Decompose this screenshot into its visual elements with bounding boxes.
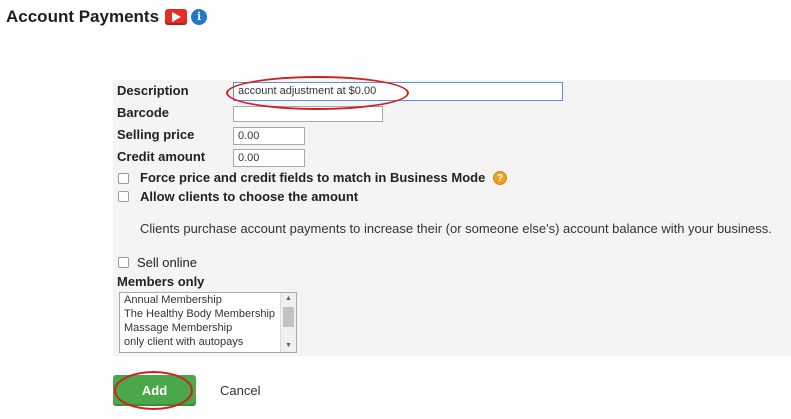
description-label: Description xyxy=(117,83,189,98)
page-title: Account Payments xyxy=(6,7,160,26)
memberships-listbox[interactable]: Annual Membership The Healthy Body Membe… xyxy=(119,292,297,353)
credit-amount-label: Credit amount xyxy=(117,149,206,164)
barcode-input[interactable] xyxy=(233,106,383,122)
list-item[interactable]: only client with autopays xyxy=(120,335,296,349)
force-price-label: Force price and credit fields to match i… xyxy=(140,170,486,185)
youtube-play-icon[interactable] xyxy=(165,9,188,25)
barcode-label: Barcode xyxy=(117,105,170,120)
credit-amount-input[interactable]: 0.00 xyxy=(233,149,305,167)
account-payment-info-text: Clients purchase account payments to inc… xyxy=(140,221,772,236)
selling-price-label: Selling price xyxy=(117,127,195,142)
selling-price-input[interactable]: 0.00 xyxy=(233,127,305,145)
list-item[interactable]: Annual Membership xyxy=(120,293,296,307)
allow-choose-amount-checkbox[interactable] xyxy=(118,191,129,202)
account-payment-form: Description account adjustment at $0.00 … xyxy=(113,80,791,356)
info-icon[interactable]: i xyxy=(191,9,208,25)
sell-online-label: Sell online xyxy=(137,255,197,270)
list-item[interactable]: Massage Membership xyxy=(120,321,296,335)
description-input[interactable]: account adjustment at $0.00 xyxy=(233,82,563,101)
list-item[interactable]: The Healthy Body Membership xyxy=(120,307,296,321)
allow-choose-amount-label: Allow clients to choose the amount xyxy=(140,189,359,204)
scroll-down-icon[interactable]: ▼ xyxy=(281,340,296,352)
scroll-up-icon[interactable]: ▲ xyxy=(281,293,296,305)
help-icon[interactable]: ? xyxy=(493,171,507,185)
members-only-label: Members only xyxy=(117,274,205,289)
cancel-link[interactable]: Cancel xyxy=(220,383,260,398)
sell-online-checkbox[interactable] xyxy=(118,257,129,268)
page-header: Account Payments i xyxy=(6,6,208,28)
scroll-thumb[interactable] xyxy=(283,307,294,327)
force-price-checkbox[interactable] xyxy=(118,173,129,184)
add-button[interactable]: Add xyxy=(113,375,196,406)
listbox-scrollbar[interactable]: ▲ ▼ xyxy=(280,293,296,352)
